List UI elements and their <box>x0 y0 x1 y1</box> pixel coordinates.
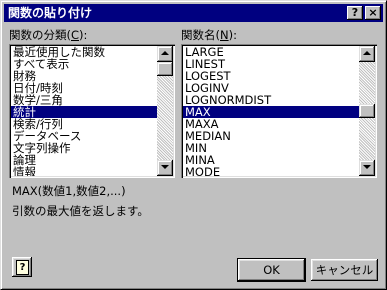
category-list-items: 最近使用した関数 すべて表示 財務 日付/時刻 数学/三角 統計 検索/行列 データベース 文字… <box>11 46 157 176</box>
category-label-key: C <box>71 28 80 42</box>
function-list-item[interactable]: LARGE <box>183 46 359 58</box>
function-description: 引数の最大値を返します。 <box>12 204 149 218</box>
function-list-item[interactable]: LOGINV <box>183 82 359 94</box>
function-scroll-down-button[interactable] <box>359 160 375 176</box>
category-list-item[interactable]: 文字列操作 <box>11 142 157 154</box>
arrow-down-icon <box>363 165 371 169</box>
category-list-item[interactable]: 論理 <box>11 154 157 166</box>
category-label-end: ): <box>79 28 88 42</box>
function-name-listbox[interactable]: LARGE LINEST LOGEST LOGINV LOGNORMDIST MAX MAX… <box>181 44 377 178</box>
dialog-title: 関数の貼り付け <box>8 6 93 20</box>
function-scroll-up-button[interactable] <box>359 46 375 62</box>
category-listbox[interactable]: 最近使用した関数 すべて表示 財務 日付/時刻 数学/三角 統計 検索/行列 データベース 文字… <box>9 44 175 178</box>
function-name-label-text: 関数名( <box>181 28 220 42</box>
function-name-label-key: N <box>220 28 229 42</box>
function-list-item[interactable]: MIN <box>183 142 359 154</box>
category-scrollbar[interactable] <box>157 46 173 176</box>
category-label: 関数の分類(C): <box>9 28 87 42</box>
function-syntax: MAX(数値1,数値2,...) <box>12 184 126 198</box>
function-list-items: LARGE LINEST LOGEST LOGINV LOGNORMDIST MAX MAX… <box>183 46 359 176</box>
office-assistant-button[interactable]: ? <box>12 257 32 277</box>
function-list-item[interactable]: MEDIAN <box>183 130 359 142</box>
function-scroll-thumb[interactable] <box>359 104 375 118</box>
help-question-icon: ? <box>16 260 29 275</box>
paste-function-dialog: 関数の貼り付け ? × 関数の分類(C): 関数名(N): 最近使用した関数 すべ… <box>0 0 387 290</box>
arrow-up-icon <box>363 51 371 55</box>
category-list-item[interactable]: 情報 <box>11 166 157 176</box>
function-list-item[interactable]: LOGEST <box>183 70 359 82</box>
arrow-up-icon <box>161 51 169 55</box>
category-list-item[interactable]: 最近使用した関数 <box>11 46 157 58</box>
category-scroll-down-button[interactable] <box>157 160 173 176</box>
category-list-item[interactable]: 日付/時刻 <box>11 82 157 94</box>
title-close-button[interactable]: × <box>365 6 381 20</box>
category-list-item[interactable]: 検索/行列 <box>11 118 157 130</box>
function-list-item[interactable]: MAXA <box>183 118 359 130</box>
category-list-item[interactable]: すべて表示 <box>11 58 157 70</box>
function-list-item[interactable]: MINA <box>183 154 359 166</box>
category-list-item[interactable]: 財務 <box>11 70 157 82</box>
category-scroll-up-button[interactable] <box>157 46 173 62</box>
title-bar: 関数の貼り付け ? × <box>4 4 383 22</box>
title-help-button[interactable]: ? <box>347 6 363 20</box>
function-scrollbar[interactable] <box>359 46 375 176</box>
function-list-item[interactable]: MODE <box>183 166 359 176</box>
function-list-item[interactable]: LOGNORMDIST <box>183 94 359 106</box>
function-list-item[interactable]: MAX <box>183 106 359 118</box>
category-list-item[interactable]: データベース <box>11 130 157 142</box>
category-scroll-thumb[interactable] <box>157 62 173 76</box>
arrow-down-icon <box>161 165 169 169</box>
cancel-button[interactable]: キャンセル <box>311 259 378 281</box>
ok-button[interactable]: OK <box>237 258 306 282</box>
function-name-label: 関数名(N): <box>181 28 237 42</box>
category-label-text: 関数の分類( <box>9 28 71 42</box>
category-list-item[interactable]: 統計 <box>11 106 157 118</box>
category-list-item[interactable]: 数学/三角 <box>11 94 157 106</box>
function-list-item[interactable]: LINEST <box>183 58 359 70</box>
function-name-label-end: ): <box>228 28 237 42</box>
